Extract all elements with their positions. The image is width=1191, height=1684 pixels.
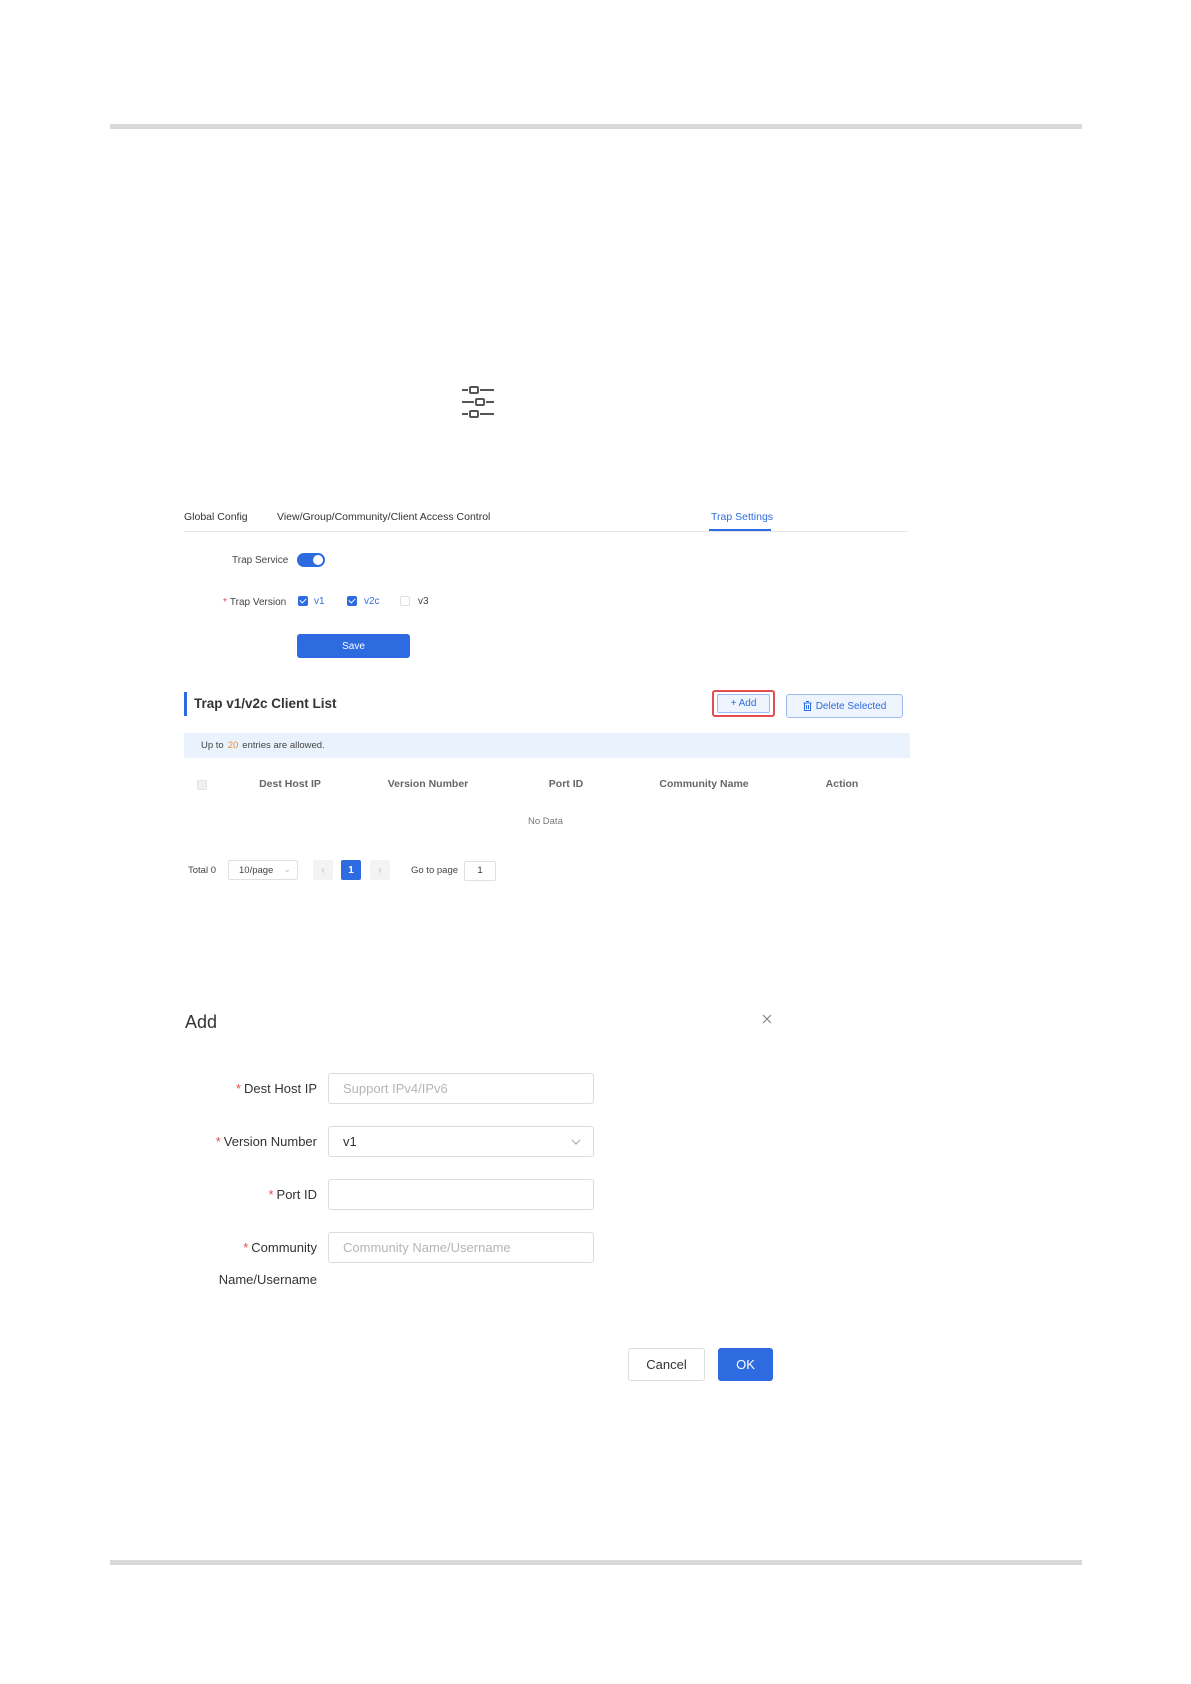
section-accent-bar bbox=[184, 692, 187, 716]
column-dest-host-ip: Dest Host IP bbox=[259, 778, 321, 790]
info-count: 20 bbox=[227, 740, 239, 751]
column-community-name: Community Name bbox=[659, 778, 749, 790]
ok-button[interactable]: OK bbox=[718, 1348, 773, 1381]
required-mark: * bbox=[235, 1081, 242, 1096]
settings-sliders-icon bbox=[460, 384, 496, 420]
tab-access-control[interactable]: View/Group/Community/Client Access Contr… bbox=[277, 511, 490, 523]
column-version-number: Version Number bbox=[387, 778, 469, 790]
delete-selected-label: Delete Selected bbox=[815, 700, 887, 712]
chevron-down-icon: ⌄ bbox=[283, 864, 291, 874]
dialog-title: Add bbox=[185, 1012, 218, 1032]
port-id-label: * Port ID bbox=[268, 1187, 317, 1202]
active-tab-indicator bbox=[709, 529, 771, 531]
tab-global-config[interactable]: Global Config bbox=[184, 511, 248, 523]
info-prefix: Up to bbox=[201, 740, 224, 751]
trash-icon bbox=[803, 701, 812, 711]
column-action: Action bbox=[825, 778, 859, 790]
close-icon[interactable] bbox=[760, 1012, 774, 1026]
community-placeholder: Community Name/Username bbox=[343, 1240, 511, 1255]
page-size-value: 10/page bbox=[239, 865, 274, 876]
port-id-input[interactable] bbox=[328, 1179, 594, 1210]
prev-page-button[interactable]: ‹ bbox=[313, 860, 333, 880]
top-rule bbox=[110, 124, 1082, 129]
dest-host-ip-input[interactable]: Support IPv4/IPv6 bbox=[328, 1073, 594, 1104]
dest-host-ip-label: * Dest Host IP bbox=[236, 1081, 317, 1096]
goto-page-input[interactable]: 1 bbox=[464, 861, 496, 881]
trap-service-toggle[interactable] bbox=[297, 553, 325, 567]
community-label-line2: Name/Username bbox=[218, 1272, 317, 1287]
checkbox-v2c[interactable] bbox=[347, 596, 357, 606]
empty-table-text: No Data bbox=[528, 816, 563, 827]
required-mark: * bbox=[268, 1187, 274, 1202]
checkbox-v2c-label: v2c bbox=[364, 596, 380, 607]
required-mark: * bbox=[223, 597, 227, 608]
bottom-rule bbox=[110, 1560, 1082, 1565]
checkbox-v3-label: v3 bbox=[418, 596, 429, 607]
version-number-text: Version Number bbox=[223, 1134, 317, 1149]
community-label: * Community bbox=[243, 1240, 317, 1255]
goto-page-label: Go to page bbox=[411, 865, 459, 876]
tab-trap-settings[interactable]: Trap Settings bbox=[711, 511, 773, 523]
next-page-button[interactable]: › bbox=[370, 860, 390, 880]
tab-bar: Global Config View/Group/Community/Clien… bbox=[184, 505, 908, 532]
entries-info-text: Up to 20 entries are allowed. bbox=[201, 740, 325, 751]
checkbox-v1[interactable] bbox=[298, 596, 308, 606]
trap-version-text: Trap Version bbox=[229, 597, 287, 608]
community-input[interactable]: Community Name/Username bbox=[328, 1232, 594, 1263]
select-all-checkbox[interactable] bbox=[197, 780, 207, 790]
port-id-text: Port ID bbox=[276, 1187, 317, 1202]
page-size-select[interactable]: 10/page ⌄ bbox=[228, 860, 298, 880]
save-button[interactable]: Save bbox=[297, 634, 410, 658]
version-number-label: * Version Number bbox=[216, 1134, 317, 1149]
delete-selected-button[interactable]: Delete Selected bbox=[786, 694, 903, 718]
toggle-knob bbox=[313, 555, 323, 565]
trap-version-label: * Trap Version bbox=[223, 597, 286, 608]
chevron-down-icon bbox=[571, 1139, 581, 1145]
community-label-line1: Community bbox=[251, 1240, 317, 1255]
cancel-button[interactable]: Cancel bbox=[628, 1348, 705, 1381]
total-count: Total 0 bbox=[188, 865, 216, 876]
dest-host-ip-placeholder: Support IPv4/IPv6 bbox=[343, 1081, 448, 1096]
version-number-value: v1 bbox=[343, 1134, 357, 1149]
column-port-id: Port ID bbox=[548, 778, 584, 790]
entries-info-bar: Up to 20 entries are allowed. bbox=[184, 733, 910, 758]
version-number-select[interactable]: v1 bbox=[328, 1126, 594, 1157]
checkbox-v1-label: v1 bbox=[314, 596, 325, 607]
client-list-title: Trap v1/v2c Client List bbox=[194, 696, 337, 711]
trap-service-label: Trap Service bbox=[232, 555, 289, 566]
dest-host-ip-text: Dest Host IP bbox=[244, 1081, 317, 1096]
current-page-button[interactable]: 1 bbox=[341, 860, 361, 880]
add-button[interactable]: + Add bbox=[717, 694, 770, 713]
info-suffix: entries are allowed. bbox=[242, 740, 325, 751]
required-mark: * bbox=[243, 1240, 249, 1255]
checkbox-v3[interactable] bbox=[400, 596, 410, 606]
required-mark: * bbox=[215, 1134, 221, 1149]
